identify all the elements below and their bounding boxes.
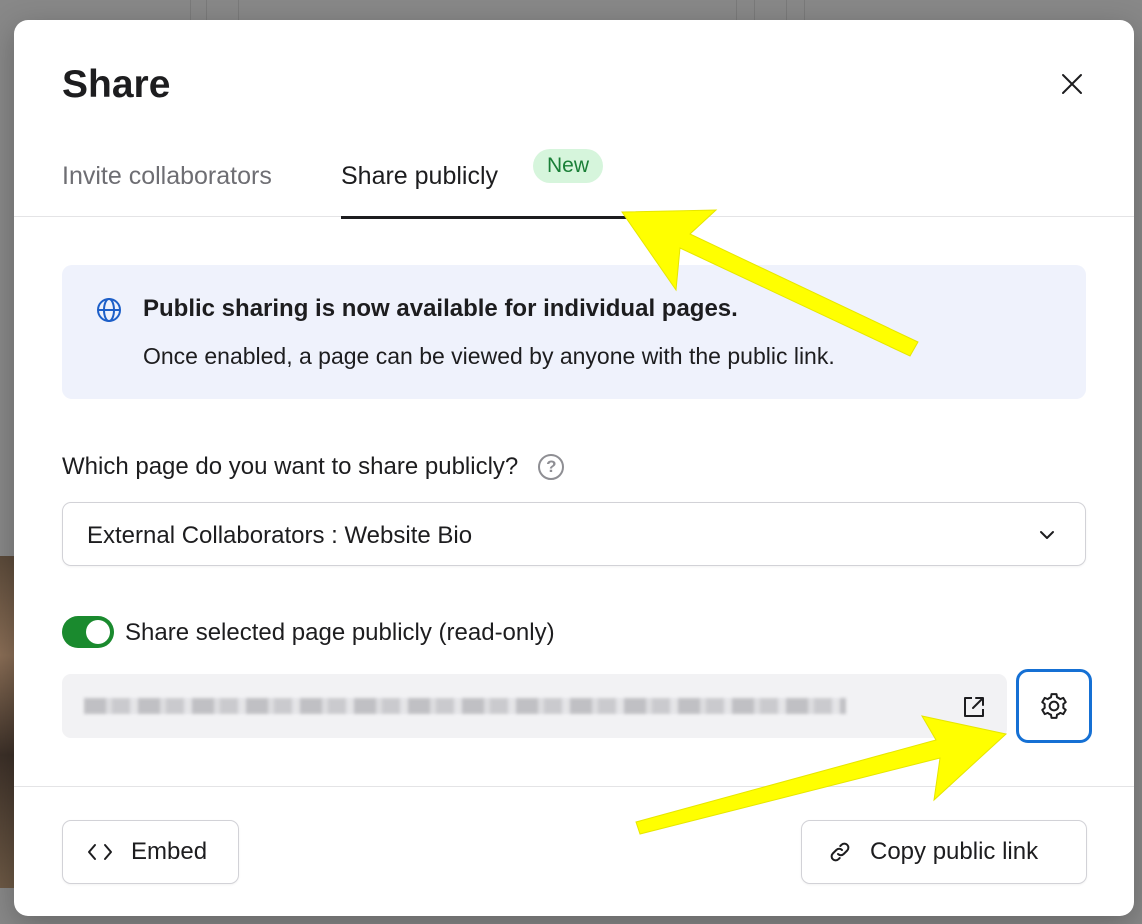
code-icon	[88, 844, 112, 860]
share-toggle[interactable]	[62, 616, 114, 648]
dialog-title: Share	[62, 63, 171, 106]
help-icon[interactable]: ?	[538, 454, 565, 480]
copy-public-link-button[interactable]: Copy public link	[801, 820, 1087, 884]
backdrop-divider	[206, 0, 207, 20]
redacted-link	[84, 698, 846, 714]
page-select-value: External Collaborators : Website Bio	[87, 522, 473, 549]
backdrop-divider	[786, 0, 787, 20]
toggle-knob	[86, 620, 110, 644]
footer-divider	[14, 786, 1134, 787]
tab-share-publicly[interactable]: Share publicly New	[341, 149, 628, 219]
embed-button[interactable]: Embed	[62, 820, 239, 884]
info-body: Once enabled, a page can be viewed by an…	[143, 343, 835, 369]
backdrop-divider	[754, 0, 755, 20]
backdrop-divider	[804, 0, 805, 20]
backdrop-divider	[736, 0, 737, 20]
page-question-label: Which page do you want to share publicly…	[62, 453, 519, 480]
link-settings-button[interactable]	[1016, 669, 1092, 743]
page-question: Which page do you want to share publicly…	[62, 453, 565, 481]
new-badge: New	[533, 149, 604, 183]
embed-label: Embed	[131, 838, 208, 865]
tab-bar: Invite collaborators Share publicly New	[14, 149, 1134, 219]
chevron-down-icon	[1040, 531, 1054, 539]
tab-invite-collaborators[interactable]: Invite collaborators	[62, 164, 272, 224]
share-dialog: Share Invite collaborators Share publicl…	[14, 20, 1134, 916]
link-icon	[830, 842, 850, 862]
globe-icon	[97, 298, 121, 322]
page-select[interactable]: External Collaborators : Website Bio	[62, 502, 1086, 566]
copy-link-label: Copy public link	[870, 838, 1039, 865]
tab-label: Invite collaborators	[62, 162, 272, 190]
share-toggle-label: Share selected page publicly (read-only)	[125, 619, 555, 646]
backdrop-photo	[0, 556, 14, 888]
tab-label: Share publicly	[341, 162, 499, 190]
gear-icon	[1041, 693, 1067, 719]
backdrop-divider	[238, 0, 239, 20]
close-button[interactable]	[1054, 66, 1090, 102]
info-title: Public sharing is now available for indi…	[143, 295, 738, 322]
info-banner: Public sharing is now available for indi…	[62, 265, 1086, 399]
external-link-icon[interactable]	[961, 694, 987, 720]
backdrop-divider	[190, 0, 191, 20]
public-link-field[interactable]	[62, 674, 1007, 738]
close-icon	[1062, 74, 1082, 94]
